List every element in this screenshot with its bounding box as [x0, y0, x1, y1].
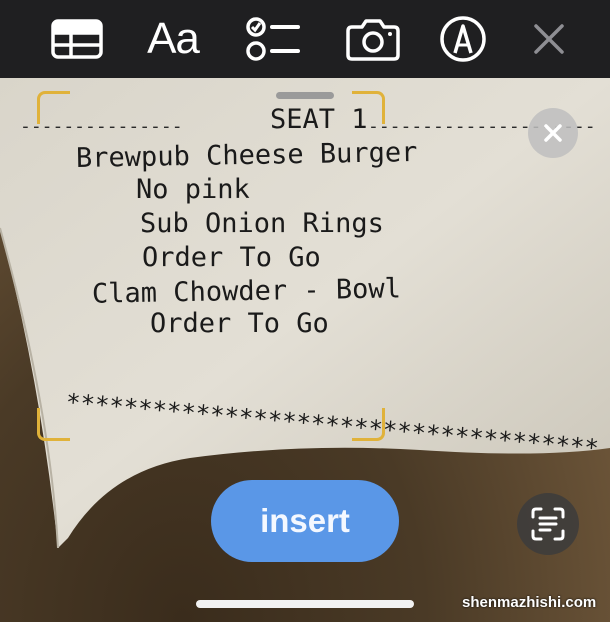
- receipt-line: Clam Chowder - Bowl: [91, 273, 402, 310]
- close-icon: [534, 24, 564, 54]
- receipt-line: No pink: [136, 174, 250, 205]
- markup-icon: [440, 16, 486, 62]
- insert-button[interactable]: insert: [211, 480, 399, 562]
- receipt-line: Order To Go: [142, 242, 321, 273]
- toolbar: Aa: [0, 0, 610, 78]
- scan-frame-corner: [352, 91, 385, 124]
- checklist-icon: [246, 17, 300, 61]
- receipt-line: Order To Go: [150, 308, 329, 339]
- camera-viewfinder: --------------- --------------------- SE…: [0, 78, 610, 622]
- camera-button[interactable]: [346, 14, 400, 64]
- home-indicator[interactable]: [196, 600, 414, 608]
- live-text-camera-screen: Aa --------------- ---------------------…: [0, 0, 610, 622]
- receipt-line: Brewpub Cheese Burger: [75, 137, 418, 174]
- live-text-scan-button[interactable]: [517, 493, 579, 555]
- receipt-line: Sub Onion Rings: [140, 208, 384, 239]
- table-button[interactable]: [50, 14, 104, 64]
- sheet-handle[interactable]: [276, 92, 334, 99]
- close-icon: [544, 124, 562, 142]
- dismiss-live-text-button[interactable]: [528, 108, 578, 158]
- close-toolbar-button[interactable]: [522, 14, 576, 64]
- checklist-button[interactable]: [246, 14, 300, 64]
- watermark: shenmazhishi.com: [462, 594, 597, 611]
- table-icon: [51, 19, 103, 59]
- camera-icon: [346, 19, 400, 61]
- text-format-button[interactable]: Aa: [146, 14, 200, 64]
- scan-frame-corner: [37, 408, 70, 441]
- scan-frame-corner: [37, 91, 70, 124]
- scan-frame-corner: [352, 408, 385, 441]
- text-scan-icon: [531, 507, 565, 541]
- markup-button[interactable]: [436, 14, 490, 64]
- text-format-icon: Aa: [147, 14, 200, 63]
